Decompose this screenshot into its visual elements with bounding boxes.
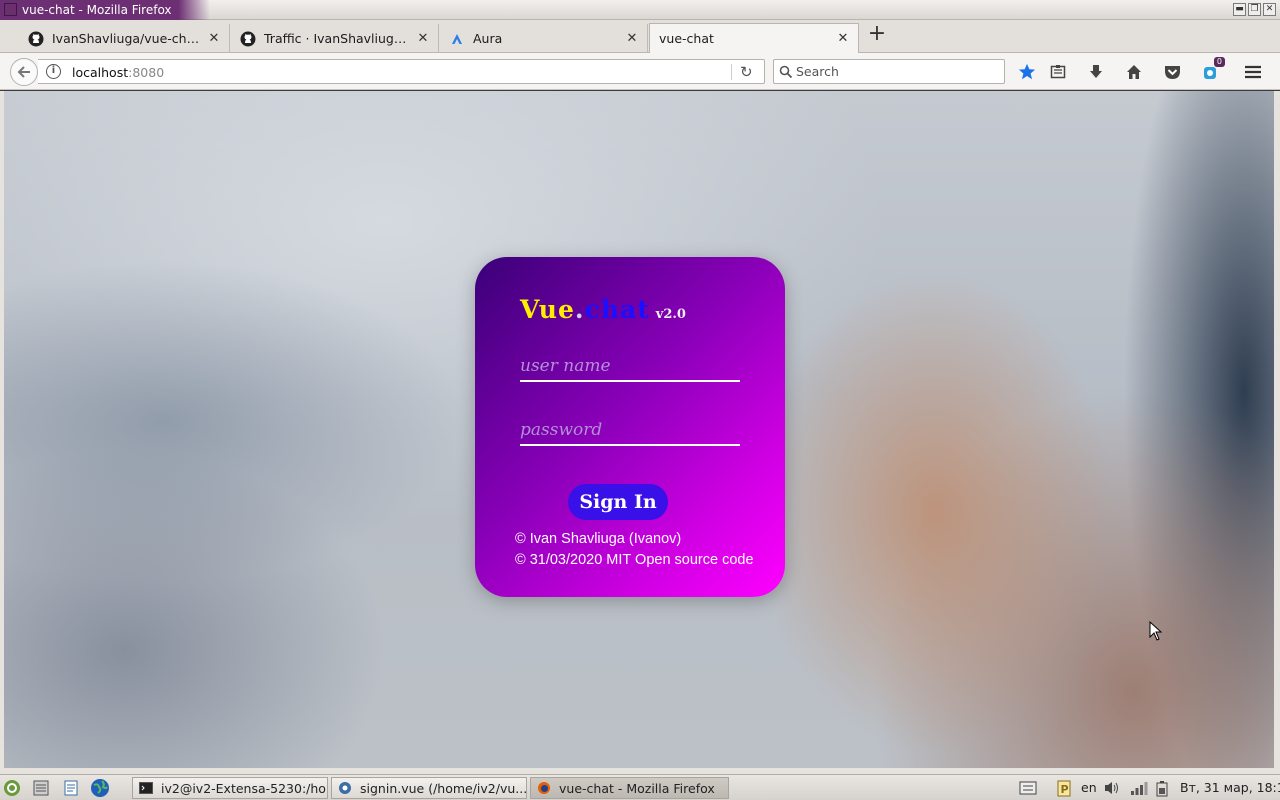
maximize-button[interactable]: ❐ (1248, 3, 1261, 16)
brand-chat: chat (584, 295, 650, 324)
app-brand: Vue.chat v2.0 (520, 295, 686, 324)
notification-badge: 0 (1213, 57, 1225, 67)
text-editor-icon[interactable] (61, 778, 81, 798)
battery-icon[interactable] (1153, 778, 1173, 798)
brand-dot: . (574, 295, 585, 324)
close-tab-icon[interactable]: ✕ (207, 31, 221, 46)
brand-vue: Vue (520, 295, 575, 324)
terminal-icon (139, 782, 153, 794)
clock[interactable]: Вт, 31 мар, 18:16 (1180, 780, 1280, 795)
close-window-button[interactable]: ✕ (1263, 3, 1276, 16)
copyright-license: © 31/03/2020 MIT Open source code (515, 552, 754, 568)
github-icon (28, 31, 44, 47)
url-port: :8080 (128, 65, 165, 80)
github-icon (240, 31, 256, 47)
tab-vue-chat[interactable]: vue-chat ✕ (649, 23, 859, 53)
search-bar[interactable] (773, 59, 1005, 84)
mouse-cursor-icon (1149, 621, 1163, 641)
editor-icon (339, 782, 351, 794)
volume-icon[interactable] (1102, 778, 1122, 798)
minimize-button[interactable]: ▬ (1233, 3, 1246, 16)
taskbar: iv2@iv2-Extensa-5230:/ho... signin.vue (… (0, 774, 1280, 800)
back-arrow-icon (17, 66, 30, 78)
site-info-icon[interactable]: i (46, 64, 61, 79)
url-separator (731, 64, 732, 80)
username-input[interactable] (520, 352, 740, 382)
browser-globe-icon[interactable] (90, 778, 110, 798)
tab-label: Aura (473, 31, 503, 46)
network-signal-icon[interactable] (1129, 778, 1149, 798)
aura-icon (449, 31, 465, 47)
file-manager-icon[interactable] (31, 778, 51, 798)
tab-label: IvanShavliuga/vue-chat: ... (52, 31, 201, 46)
tab-aura[interactable]: Aura ✕ (441, 24, 648, 53)
clipboard-icon[interactable]: P (1054, 778, 1074, 798)
navigation-bar: i localhost:8080 ↻ 0 (0, 53, 1280, 90)
back-button[interactable] (10, 58, 38, 86)
bookmark-star-icon[interactable] (1016, 61, 1038, 83)
tab-github-traffic[interactable]: Traffic · IvanShavliuga/v... ✕ (232, 24, 439, 53)
search-input[interactable] (796, 63, 996, 80)
keyboard-icon[interactable] (1018, 778, 1038, 798)
tab-label: Traffic · IvanShavliuga/v... (264, 31, 410, 46)
login-card: Vue.chat v2.0 Sign In © Ivan Shavliuga (I… (475, 257, 785, 597)
url-host: localhost (72, 65, 129, 80)
svg-text:P: P (1061, 783, 1069, 796)
copyright-author: © Ivan Shavliuga (Ivanov) (515, 531, 682, 547)
sign-in-button[interactable]: Sign In (568, 484, 668, 520)
close-tab-icon[interactable]: ✕ (836, 31, 850, 46)
download-icon[interactable] (1085, 61, 1107, 83)
url-bar[interactable]: i localhost:8080 ↻ (38, 59, 765, 84)
task-label: signin.vue (/home/iv2/vu... (360, 780, 527, 796)
window-title: vue-chat - Mozilla Firefox (0, 0, 210, 20)
task-label: iv2@iv2-Extensa-5230:/ho... (161, 780, 328, 796)
reading-list-icon[interactable] (1047, 61, 1069, 83)
window-titlebar: vue-chat - Mozilla Firefox ▬ ❐ ✕ (0, 0, 1280, 20)
pocket-icon[interactable] (1161, 61, 1183, 83)
tab-github-vue-chat[interactable]: IvanShavliuga/vue-chat: ... ✕ (20, 24, 230, 53)
password-input[interactable] (520, 416, 740, 446)
window-menu-icon[interactable] (4, 3, 17, 16)
window-border-right (1274, 91, 1280, 768)
task-firefox[interactable]: vue-chat - Mozilla Firefox (530, 777, 729, 799)
keyboard-layout-indicator[interactable]: en (1081, 780, 1097, 795)
close-tab-icon[interactable]: ✕ (416, 31, 430, 46)
task-terminal[interactable]: iv2@iv2-Extensa-5230:/ho... (132, 777, 328, 799)
home-icon[interactable] (1123, 61, 1145, 83)
menu-hamburger-icon[interactable] (1242, 61, 1264, 83)
app-version: v2.0 (655, 307, 686, 322)
start-menu-icon[interactable] (2, 778, 22, 798)
window-controls: ▬ ❐ ✕ (1233, 3, 1276, 16)
task-editor[interactable]: signin.vue (/home/iv2/vu... (331, 777, 527, 799)
reload-icon[interactable]: ↻ (740, 63, 753, 81)
search-icon (779, 65, 793, 79)
tab-label: vue-chat (659, 31, 714, 46)
close-tab-icon[interactable]: ✕ (625, 31, 639, 46)
url-text[interactable]: localhost:8080 (72, 65, 164, 80)
extension-notification-icon[interactable]: 0 (1199, 57, 1225, 83)
firefox-icon (538, 782, 550, 794)
tab-bar: IvanShavliuga/vue-chat: ... ✕ Traffic · … (0, 20, 1280, 53)
task-label: vue-chat - Mozilla Firefox (559, 780, 715, 796)
page-content: Vue.chat v2.0 Sign In © Ivan Shavliuga (I… (4, 91, 1274, 768)
new-tab-button[interactable]: + (866, 23, 888, 46)
